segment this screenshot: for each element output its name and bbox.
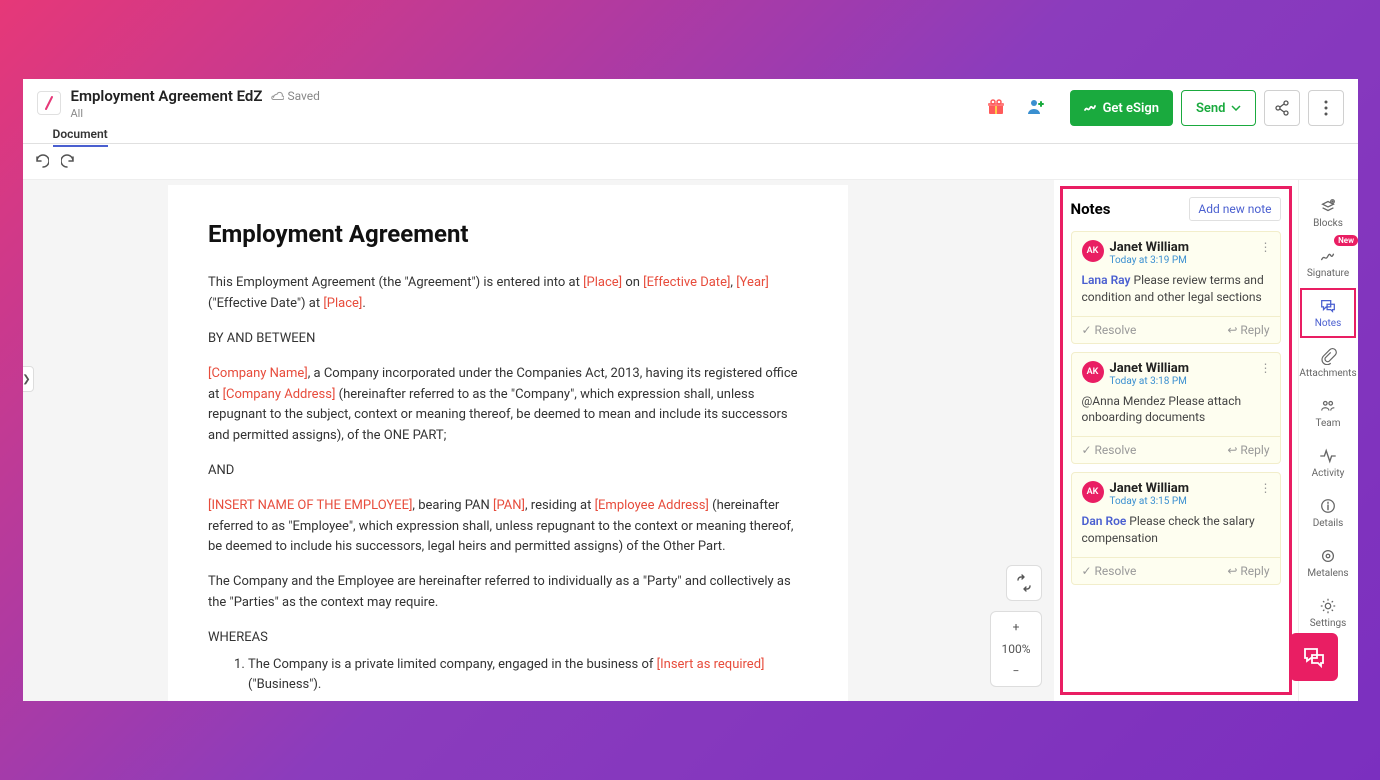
note-body: Lana Ray Please review terms and conditi… xyxy=(1072,268,1280,316)
document-tab[interactable]: Document xyxy=(53,127,108,147)
note-timestamp: Today at 3:18 PM xyxy=(1110,376,1190,387)
note-timestamp: Today at 3:15 PM xyxy=(1110,496,1190,507)
note-mention: Dan Roe xyxy=(1082,514,1127,528)
resolve-button[interactable]: ✓ Resolve xyxy=(1082,443,1137,457)
placeholder-place: [Place] xyxy=(583,275,622,290)
placeholder-company-name: [Company Name] xyxy=(208,366,308,381)
document-canvas: ❯ Employment Agreement This Employment A… xyxy=(23,180,1054,701)
placeholder-effective-date: [Effective Date] xyxy=(643,275,730,290)
placeholder-insert: [Insert as required] xyxy=(657,657,765,672)
app-header: Employment Agreement EdZ Saved All Get e… xyxy=(23,79,1358,144)
note-card[interactable]: AK Janet WilliamToday at 3:15 PM ⋮ Dan Roe … xyxy=(1071,472,1281,585)
note-menu-icon[interactable]: ⋮ xyxy=(1260,481,1272,495)
note-avatar: AK xyxy=(1082,361,1104,383)
placeholder-place-2: [Place] xyxy=(323,296,362,311)
placeholder-company-address: [Company Address] xyxy=(223,387,336,402)
note-mention: Lana Ray xyxy=(1082,273,1131,287)
gift-icon[interactable] xyxy=(982,93,1010,121)
sidebar-item-settings[interactable]: Settings xyxy=(1300,588,1356,638)
note-author: Janet William xyxy=(1110,361,1190,376)
main-area: ❯ Employment Agreement This Employment A… xyxy=(23,180,1358,701)
more-button[interactable] xyxy=(1308,90,1344,126)
note-menu-icon[interactable]: ⋮ xyxy=(1260,361,1272,375)
sidebar-item-activity[interactable]: Activity xyxy=(1300,438,1356,488)
document-title[interactable]: Employment Agreement EdZ xyxy=(71,87,263,105)
saved-label: Saved xyxy=(287,89,319,103)
placeholder-pan: [PAN] xyxy=(493,498,525,513)
notes-list: AKJanet WilliamToday at 3:19 PM⋮Lana Ray… xyxy=(1071,231,1281,585)
reply-button[interactable]: ↩ Reply xyxy=(1227,323,1269,337)
notes-panel: Notes Add new note AKJanet WilliamToday … xyxy=(1060,186,1292,695)
doc-para-1: This Employment Agreement (the "Agreemen… xyxy=(208,273,808,315)
resolve-button[interactable]: ✓ Resolve xyxy=(1082,564,1137,578)
left-panel-toggle[interactable]: ❯ xyxy=(23,366,34,392)
doc-whereas-list: The Company is a private limited company… xyxy=(248,655,808,697)
document-page[interactable]: Employment Agreement This Employment Agr… xyxy=(168,185,848,701)
note-body: @Anna Mendez Please attach onboarding do… xyxy=(1072,389,1280,437)
sidebar-item-team[interactable]: Team xyxy=(1300,388,1356,438)
note-card[interactable]: AK Janet WilliamToday at 3:18 PM ⋮ @Anna Me… xyxy=(1071,352,1281,465)
note-card[interactable]: AK Janet WilliamToday at 3:19 PM ⋮ Lana Ray… xyxy=(1071,231,1281,344)
notes-title: Notes xyxy=(1071,200,1111,218)
note-author: Janet William xyxy=(1110,481,1190,496)
sidebar-item-notes[interactable]: Notes xyxy=(1300,288,1356,338)
find-replace-button[interactable] xyxy=(1006,565,1042,601)
placeholder-year: [Year] xyxy=(736,275,769,290)
get-esign-button[interactable]: Get eSign xyxy=(1070,90,1173,126)
note-menu-icon[interactable]: ⋮ xyxy=(1260,240,1272,254)
redo-icon[interactable] xyxy=(61,154,77,170)
doc-heading: Employment Agreement xyxy=(208,215,808,253)
doc-para-parties: The Company and the Employee are hereina… xyxy=(208,572,808,614)
sidebar-item-blocks[interactable]: Blocks xyxy=(1300,188,1356,238)
note-avatar: AK xyxy=(1082,240,1104,262)
sidebar-item-attachments[interactable]: Attachments xyxy=(1300,338,1356,388)
header-actions: Get eSign Send xyxy=(1070,90,1344,126)
add-note-button[interactable]: Add new note xyxy=(1189,197,1280,221)
header-icons xyxy=(982,93,1050,121)
placeholder-employee-name: [INSERT NAME OF THE EMPLOYEE] xyxy=(208,498,412,513)
saved-badge: Saved xyxy=(270,89,319,103)
sidebar-item-signature[interactable]: New Signature xyxy=(1300,238,1356,288)
doc-para-and: AND xyxy=(208,461,808,482)
add-user-icon[interactable] xyxy=(1022,93,1050,121)
doc-para-employee: [INSERT NAME OF THE EMPLOYEE], bearing P… xyxy=(208,496,808,558)
send-label: Send xyxy=(1196,101,1226,116)
reply-button[interactable]: ↩ Reply xyxy=(1227,564,1269,578)
sidebar-item-details[interactable]: Details xyxy=(1300,488,1356,538)
undo-icon[interactable] xyxy=(33,154,49,170)
sidebar-item-metalens[interactable]: Metalens xyxy=(1300,538,1356,588)
doc-para-between: BY AND BETWEEN xyxy=(208,329,808,350)
share-button[interactable] xyxy=(1264,90,1300,126)
esign-label: Get eSign xyxy=(1103,101,1159,116)
chat-fab[interactable] xyxy=(1290,633,1338,681)
reply-button[interactable]: ↩ Reply xyxy=(1227,443,1269,457)
note-avatar: AK xyxy=(1082,481,1104,503)
document-subtitle: All xyxy=(71,107,320,120)
note-body: Dan Roe Please check the salary compensa… xyxy=(1072,509,1280,557)
editor-toolbar xyxy=(23,144,1358,180)
send-button[interactable]: Send xyxy=(1181,90,1256,126)
app-logo[interactable] xyxy=(37,91,61,115)
new-badge: New xyxy=(1334,235,1357,246)
note-timestamp: Today at 3:19 PM xyxy=(1110,255,1190,266)
title-zone: Employment Agreement EdZ Saved All xyxy=(71,87,320,120)
right-sidebar: Blocks New Signature Notes Attachments T… xyxy=(1298,180,1358,701)
zoom-level: 100% xyxy=(993,638,1038,660)
note-author: Janet William xyxy=(1110,240,1190,255)
zoom-out-button[interactable]: − xyxy=(1005,660,1028,682)
zoom-in-button[interactable]: + xyxy=(1005,616,1028,638)
placeholder-employee-address: [Employee Address] xyxy=(595,498,709,513)
doc-para-whereas: WHEREAS xyxy=(208,628,808,649)
resolve-button[interactable]: ✓ Resolve xyxy=(1082,323,1137,337)
zoom-control: + 100% − xyxy=(990,611,1041,687)
doc-para-company: [Company Name], a Company incorporated u… xyxy=(208,364,808,447)
